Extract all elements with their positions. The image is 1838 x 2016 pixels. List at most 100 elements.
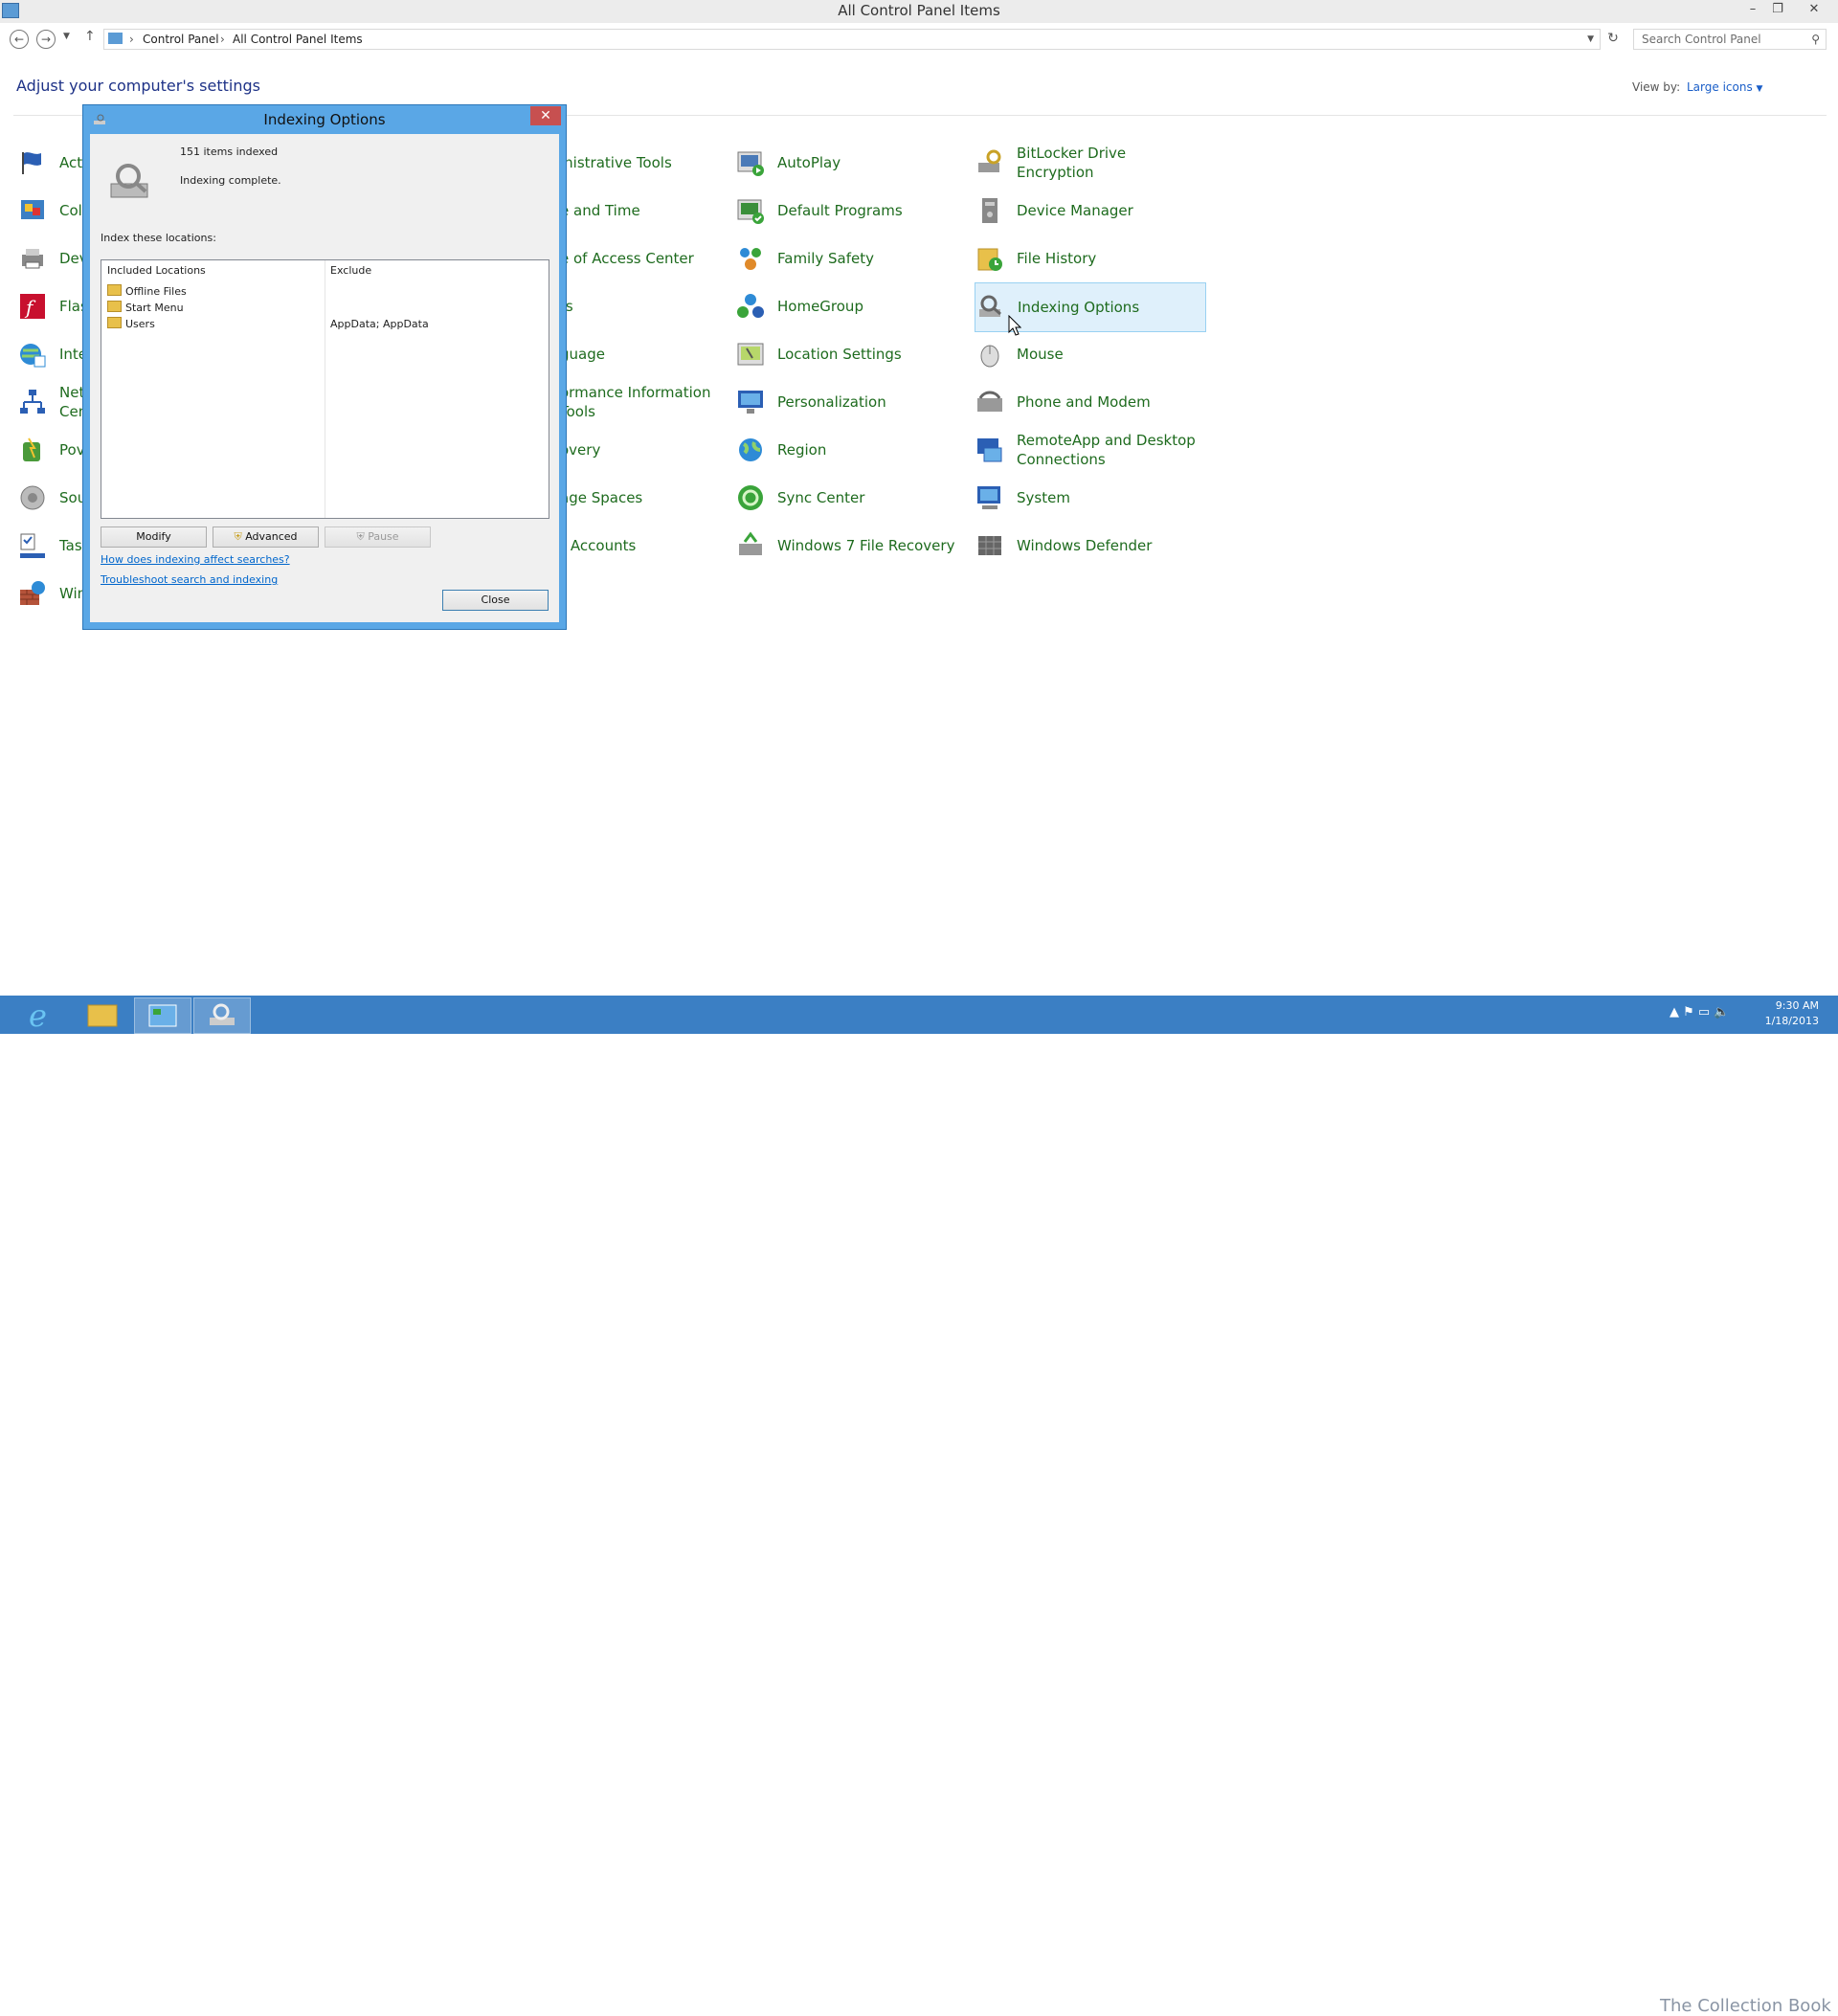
remoteapp-icon	[977, 438, 1002, 462]
item-label: guage	[560, 346, 605, 363]
system-tray-icons[interactable]: ▲ ⚑ ▭ 🔈	[1670, 1005, 1730, 1019]
item-label: Indexing Options	[1018, 299, 1140, 316]
item-file-history[interactable]: File History	[975, 235, 1204, 282]
close-window-button[interactable]: ✕	[1802, 0, 1827, 19]
breadcrumb-all-items[interactable]: All Control Panel Items	[233, 30, 363, 49]
modify-button[interactable]: Modify	[101, 526, 207, 548]
chevron-down-icon[interactable]: ▼	[1587, 30, 1594, 49]
back-button[interactable]: ←	[10, 30, 29, 49]
item-personalization[interactable]: Personalization	[735, 378, 965, 426]
advanced-button[interactable]: ⛨ Advanced	[213, 526, 319, 548]
column-header-exclude[interactable]: Exclude	[330, 260, 371, 281]
location-icon	[737, 343, 764, 366]
autoplay-icon	[737, 151, 764, 176]
homegroup-icon	[737, 294, 764, 318]
device-manager-icon	[982, 198, 997, 223]
indexing-status: Indexing complete.	[180, 174, 281, 187]
troubleshoot-link[interactable]: Troubleshoot search and indexing	[101, 573, 278, 586]
window-titlebar: All Control Panel Items – ❐ ✕	[0, 0, 1838, 23]
locations-list[interactable]: Included Locations Exclude Offline Files…	[101, 259, 549, 519]
address-bar[interactable]: › Control Panel › All Control Panel Item…	[103, 29, 1601, 50]
list-item[interactable]: Offline Files	[107, 283, 187, 300]
item-mouse[interactable]: Mouse	[975, 330, 1204, 378]
up-button[interactable]: ↑	[84, 29, 96, 44]
items-indexed-count: 151 items indexed	[180, 146, 279, 158]
location-name: Start Menu	[125, 302, 184, 314]
item-label: Tas	[59, 537, 82, 554]
dialog-close-icon[interactable]: ✕	[530, 106, 561, 125]
close-button[interactable]: Close	[442, 590, 549, 611]
item-phone-and-modem[interactable]: Phone and Modem	[975, 378, 1204, 426]
window-title: All Control Panel Items	[838, 2, 1000, 19]
item-remoteapp[interactable]: RemoteApp and Desktop Connections	[975, 426, 1204, 474]
item-label: inistrative Tools	[560, 154, 672, 171]
item-windows-7-file-recovery[interactable]: Windows 7 File Recovery	[735, 522, 965, 570]
page-heading: Adjust your computer's settings	[16, 77, 260, 95]
item-label: Windows 7 File Recovery	[777, 537, 955, 554]
family-safety-icon	[740, 248, 761, 270]
restore-button[interactable]: ❐	[1765, 0, 1790, 19]
item-label: Pov	[59, 441, 85, 459]
clock[interactable]: 9:30 AM 1/18/2013	[1765, 998, 1819, 1029]
item-windows-defender[interactable]: Windows Defender	[975, 522, 1204, 570]
item-label: Default Programs	[777, 202, 903, 219]
refresh-icon[interactable]: ↻	[1603, 29, 1624, 50]
indexing-icon	[110, 164, 148, 198]
item-sync-center[interactable]: Sync Center	[735, 474, 965, 522]
svg-text:e: e	[29, 997, 47, 1032]
item-family-safety[interactable]: Family Safety	[735, 235, 965, 282]
item-location-settings[interactable]: Location Settings	[735, 330, 965, 378]
search-icon[interactable]: ⚲	[1811, 30, 1820, 49]
file-explorer-button[interactable]	[75, 997, 130, 1032]
forward-button[interactable]: →	[36, 30, 56, 49]
personalization-icon	[738, 391, 763, 414]
item-label: File History	[1017, 250, 1097, 267]
navigation-bar: ← → ▼ ↑ › Control Panel › All Control Pa…	[0, 23, 1838, 54]
dialog-title: Indexing Options	[263, 111, 386, 128]
advanced-label: Advanced	[245, 530, 298, 543]
internet-explorer-button[interactable]: e	[15, 997, 71, 1034]
item-autoplay[interactable]: AutoPlay	[735, 139, 965, 187]
taskbar-icon	[20, 533, 45, 558]
dialog-titlebar: Indexing Options ✕	[83, 105, 566, 134]
devices-icon	[22, 249, 43, 269]
item-label: Family Safety	[777, 250, 875, 267]
phone-icon	[977, 391, 1002, 412]
index-locations-label: Index these locations:	[101, 232, 216, 244]
item-homegroup[interactable]: HomeGroup	[735, 282, 965, 330]
recent-pages-icon[interactable]: ▼	[63, 32, 70, 41]
control-panel-taskbar-button[interactable]	[134, 997, 191, 1034]
mouse-icon	[980, 345, 999, 368]
folder-icon	[107, 317, 122, 328]
indexing-options-dialog: Indexing Options ✕ 151 items indexed Ind…	[82, 104, 567, 630]
breadcrumb-control-panel[interactable]: Control Panel	[143, 30, 219, 49]
search-input[interactable]: Search Control Panel ⚲	[1633, 29, 1827, 50]
item-system[interactable]: System	[975, 474, 1204, 522]
item-default-programs[interactable]: Default Programs	[735, 187, 965, 235]
item-device-manager[interactable]: Device Manager	[975, 187, 1204, 235]
item-region[interactable]: Region	[735, 426, 965, 474]
bitlocker-icon	[978, 149, 1001, 172]
column-header-included[interactable]: Included Locations	[107, 260, 206, 281]
watermark: The Collection Book	[1660, 1996, 1831, 2016]
list-item[interactable]: Users	[107, 316, 155, 332]
how-indexing-affects-link[interactable]: How does indexing affect searches?	[101, 553, 290, 566]
pause-button[interactable]: ⛨ Pause	[325, 526, 431, 548]
file-recovery-icon	[739, 531, 762, 555]
item-label: Col	[59, 202, 82, 219]
search-placeholder: Search Control Panel	[1642, 33, 1761, 46]
item-label: AutoPlay	[777, 154, 841, 171]
shield-icon: ⛨	[234, 530, 242, 543]
firewall-icon	[20, 581, 45, 605]
defender-icon	[978, 536, 1001, 555]
view-by-dropdown[interactable]: Large icons ▼	[1687, 80, 1762, 94]
indexing-taskbar-button[interactable]	[193, 997, 251, 1034]
view-by-value: Large icons	[1687, 80, 1753, 94]
list-item[interactable]: Start Menu	[107, 300, 184, 316]
default-programs-icon	[737, 199, 764, 224]
minimize-button[interactable]: –	[1740, 0, 1765, 19]
pause-label: Pause	[368, 530, 399, 543]
control-panel-icon	[148, 1004, 177, 1027]
item-label: Location Settings	[777, 346, 902, 363]
item-bitlocker[interactable]: BitLocker Drive Encryption	[975, 139, 1204, 187]
